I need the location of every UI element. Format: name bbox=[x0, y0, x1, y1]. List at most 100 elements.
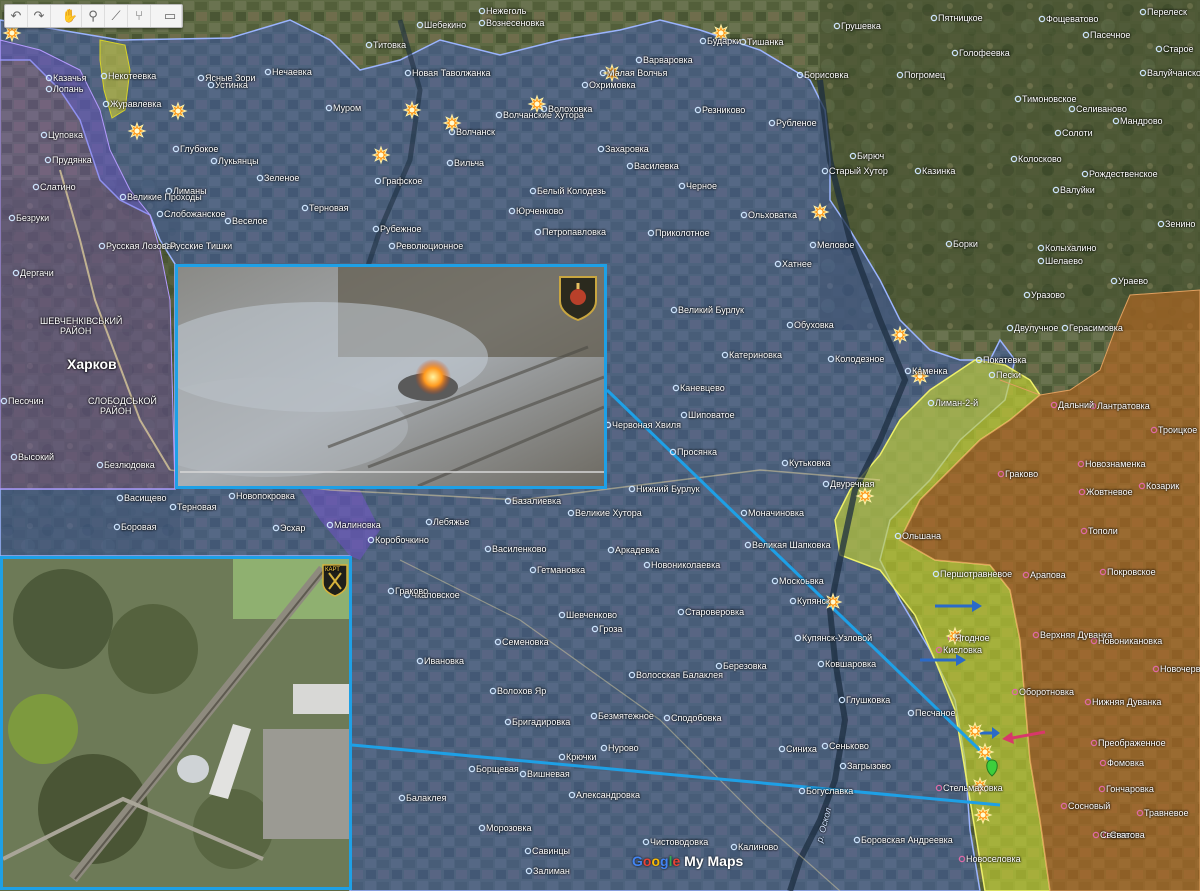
place-label: Козарик bbox=[1146, 481, 1180, 491]
unit-emblem-bottom-text: КАРТ bbox=[325, 567, 340, 573]
place-label: Купянск bbox=[797, 596, 830, 606]
place-label: Фомовка bbox=[1107, 758, 1144, 768]
place-label: Малая Волчья bbox=[607, 68, 668, 78]
district-label: РАЙОН bbox=[100, 406, 132, 416]
place-label: Боровская Андреевка bbox=[861, 835, 953, 845]
place-label: Прудянка bbox=[52, 155, 92, 165]
place-label: Троицкое bbox=[1158, 425, 1198, 435]
place-label: Ольшана bbox=[902, 531, 942, 541]
place-label: Слобожанское bbox=[164, 209, 226, 219]
place-label: Резниково bbox=[702, 105, 746, 115]
place-label: Веселое bbox=[232, 216, 268, 226]
inset2-image bbox=[3, 559, 349, 887]
place-label: Тополи bbox=[1088, 526, 1118, 536]
place-label: Базалиевка bbox=[512, 496, 562, 506]
place-label: Катериновка bbox=[729, 350, 783, 360]
place-label: Тимоновское bbox=[1022, 94, 1077, 104]
place-label: Ивановка bbox=[424, 656, 465, 666]
place-label: Ковшаровка bbox=[825, 659, 877, 669]
place-label: Казинка bbox=[922, 166, 956, 176]
place-label: Журавлевка bbox=[110, 99, 162, 109]
place-label: Зеленое bbox=[264, 173, 300, 183]
place-label: Нурово bbox=[608, 743, 639, 753]
place-label: Цуповка bbox=[48, 130, 83, 140]
hand-icon[interactable]: ✋ bbox=[59, 5, 82, 27]
place-label: Преображенное bbox=[1098, 738, 1166, 748]
place-label: Покатевка bbox=[983, 355, 1027, 365]
place-label: Лукьянцы bbox=[218, 156, 259, 166]
place-label: Пасечное bbox=[1090, 30, 1131, 40]
place-label: Морозовка bbox=[486, 823, 532, 833]
place-label: Погромец bbox=[904, 70, 946, 80]
place-label: Старый Хутор bbox=[829, 166, 888, 176]
redo-icon[interactable]: ↷ bbox=[28, 5, 51, 27]
place-label: Меловое bbox=[817, 240, 855, 250]
place-label: Москоьвка bbox=[779, 576, 824, 586]
place-label: Коробочкино bbox=[375, 535, 429, 545]
place-label: Бригадировка bbox=[512, 717, 571, 727]
place-label: Староверовка bbox=[685, 607, 745, 617]
place-label: Безмятежное bbox=[598, 711, 654, 721]
explosion-icon bbox=[973, 805, 993, 825]
place-label: Жовтневое bbox=[1086, 487, 1133, 497]
place-label: Каменка bbox=[912, 366, 948, 376]
explosion-icon bbox=[855, 486, 875, 506]
place-label: Александровка bbox=[576, 790, 640, 800]
explosion-icon bbox=[371, 145, 391, 165]
place-label: Черное bbox=[686, 181, 717, 191]
place-label: Муром bbox=[333, 103, 362, 113]
district-label: РАЙОН bbox=[60, 326, 92, 336]
place-label: Новоселовка bbox=[966, 854, 1021, 864]
place-label: Валуйки bbox=[1060, 185, 1095, 195]
place-label: Березовка bbox=[723, 661, 767, 671]
route-icon[interactable]: ⑂ bbox=[128, 5, 151, 27]
place-label: Просянка bbox=[677, 447, 717, 457]
place-label: Малиновка bbox=[334, 520, 381, 530]
city-label-kharkiv: Харков bbox=[67, 356, 117, 372]
place-label: Вильча bbox=[454, 158, 485, 168]
place-label: Стельмаховка bbox=[943, 783, 1003, 793]
place-label: Пески bbox=[996, 370, 1021, 380]
line-icon[interactable]: ⟋ bbox=[105, 5, 128, 27]
place-label: Шебекино bbox=[424, 20, 467, 30]
explosion-icon bbox=[168, 101, 188, 121]
place-label: Дергачи bbox=[20, 268, 54, 278]
place-label: Василевка bbox=[634, 161, 679, 171]
place-label: Глушковка bbox=[846, 695, 891, 705]
place-label: Гроза bbox=[599, 624, 623, 634]
marker-icon[interactable]: ⚲ bbox=[82, 5, 105, 27]
place-label: Сеньково bbox=[829, 741, 869, 751]
place-label: Нижняя Дуванка bbox=[1092, 697, 1162, 707]
inset-video-frame-bottom[interactable]: КАРТ bbox=[0, 556, 352, 890]
place-label: Фощеватово bbox=[1046, 14, 1099, 24]
place-label: Першотравневое bbox=[940, 569, 1013, 579]
place-label: Колыхалино bbox=[1045, 243, 1097, 253]
place-label: Загрызово bbox=[847, 761, 891, 771]
undo-icon[interactable]: ↶ bbox=[5, 5, 28, 27]
place-label: Лебяжье bbox=[433, 517, 470, 527]
place-label: Травневое bbox=[1144, 808, 1189, 818]
place-label: Моначиновка bbox=[748, 508, 804, 518]
place-label: Русские Тишки bbox=[170, 241, 233, 251]
place-label: Захаровка bbox=[605, 144, 649, 154]
inset1-image bbox=[178, 267, 604, 486]
place-label: Белый Колодезь bbox=[537, 186, 606, 196]
place-label: Оборотновка bbox=[1019, 687, 1074, 697]
place-label: Терновая bbox=[177, 502, 217, 512]
place-label: Синиха bbox=[786, 744, 817, 754]
place-label: Русская Лозовая bbox=[106, 241, 177, 251]
place-label: Двулучное bbox=[1014, 323, 1059, 333]
place-label: Безлюдовка bbox=[104, 460, 155, 470]
place-label: Новая Таволжанка bbox=[412, 68, 491, 78]
place-label: Новознаменка bbox=[1085, 459, 1146, 469]
place-label: Савинцы bbox=[532, 846, 571, 856]
place-label: Аркадевка bbox=[615, 545, 660, 555]
explosion-icon bbox=[965, 721, 985, 741]
inset-video-frame-top[interactable] bbox=[175, 264, 607, 489]
place-label: Терновая bbox=[309, 203, 349, 213]
place-label: Новочервоное bbox=[1160, 664, 1200, 674]
place-label: Лиман-2-й bbox=[935, 398, 979, 408]
place-label: Васищево bbox=[124, 493, 167, 503]
ruler-icon[interactable]: ▭ bbox=[159, 5, 182, 27]
place-label: Песочин bbox=[8, 396, 44, 406]
